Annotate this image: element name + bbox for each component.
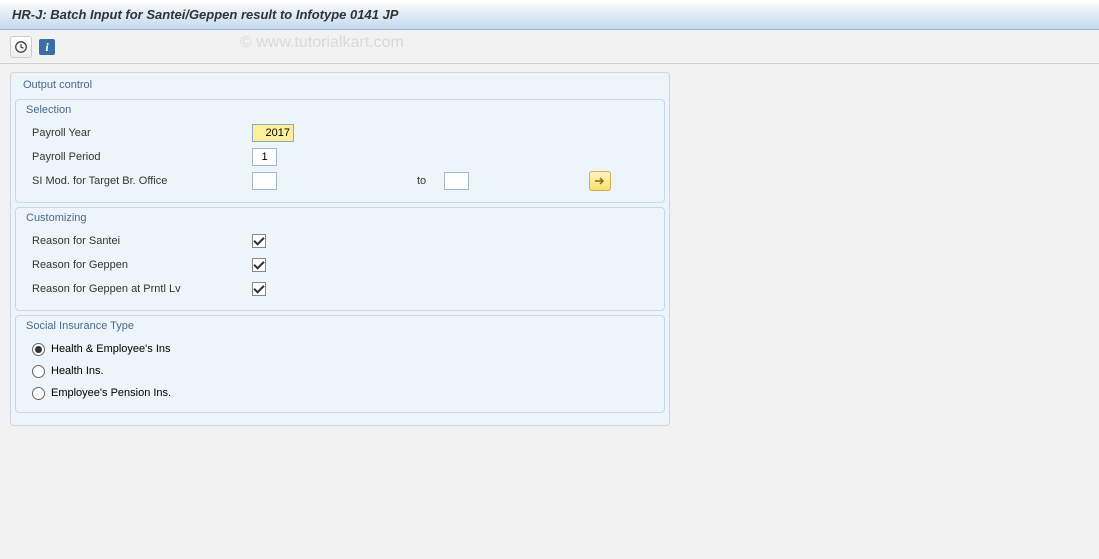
info-icon: i xyxy=(39,39,55,55)
output-control-label: Output control xyxy=(11,73,669,95)
si-type-option-label-2: Employee's Pension Ins. xyxy=(51,387,171,399)
si-type-radio-health-employee[interactable] xyxy=(32,343,45,356)
execute-button[interactable] xyxy=(10,36,32,58)
customizing-label: Customizing xyxy=(16,208,664,226)
selection-label: Selection xyxy=(16,100,664,118)
toolbar: i xyxy=(0,30,1099,64)
payroll-period-input[interactable] xyxy=(252,148,277,166)
customizing-group: Customizing Reason for Santei Reason for… xyxy=(15,207,665,311)
reason-santei-checkbox[interactable] xyxy=(252,234,266,248)
si-type-option-label-1: Health Ins. xyxy=(51,365,104,377)
arrow-right-icon xyxy=(594,176,606,186)
reason-geppen-prntl-label: Reason for Geppen at Prntl Lv xyxy=(22,283,252,295)
si-type-label: Social Insurance Type xyxy=(16,316,664,334)
multiple-selection-button[interactable] xyxy=(589,171,611,191)
content-area: Output control Selection Payroll Year Pa… xyxy=(0,64,1099,434)
si-type-option-label-0: Health & Employee's Ins xyxy=(51,343,171,355)
payroll-year-label: Payroll Year xyxy=(22,127,252,139)
si-mod-from-input[interactable] xyxy=(252,172,277,190)
reason-geppen-checkbox[interactable] xyxy=(252,258,266,272)
reason-santei-label: Reason for Santei xyxy=(22,235,252,247)
info-button[interactable]: i xyxy=(36,36,58,58)
reason-geppen-prntl-checkbox[interactable] xyxy=(252,282,266,296)
reason-geppen-label: Reason for Geppen xyxy=(22,259,252,271)
output-control-group: Output control Selection Payroll Year Pa… xyxy=(10,72,670,426)
si-type-group: Social Insurance Type Health & Employee'… xyxy=(15,315,665,413)
payroll-period-label: Payroll Period xyxy=(22,151,252,163)
si-mod-to-input[interactable] xyxy=(444,172,469,190)
si-mod-label: SI Mod. for Target Br. Office xyxy=(22,175,252,187)
selection-group: Selection Payroll Year Payroll Period SI… xyxy=(15,99,665,203)
page-title: HR-J: Batch Input for Santei/Geppen resu… xyxy=(12,7,398,22)
to-label: to xyxy=(417,175,426,187)
title-bar: HR-J: Batch Input for Santei/Geppen resu… xyxy=(0,0,1099,30)
payroll-year-input[interactable] xyxy=(252,124,294,142)
clock-icon xyxy=(14,40,28,54)
si-type-radio-health[interactable] xyxy=(32,365,45,378)
si-type-radio-pension[interactable] xyxy=(32,387,45,400)
